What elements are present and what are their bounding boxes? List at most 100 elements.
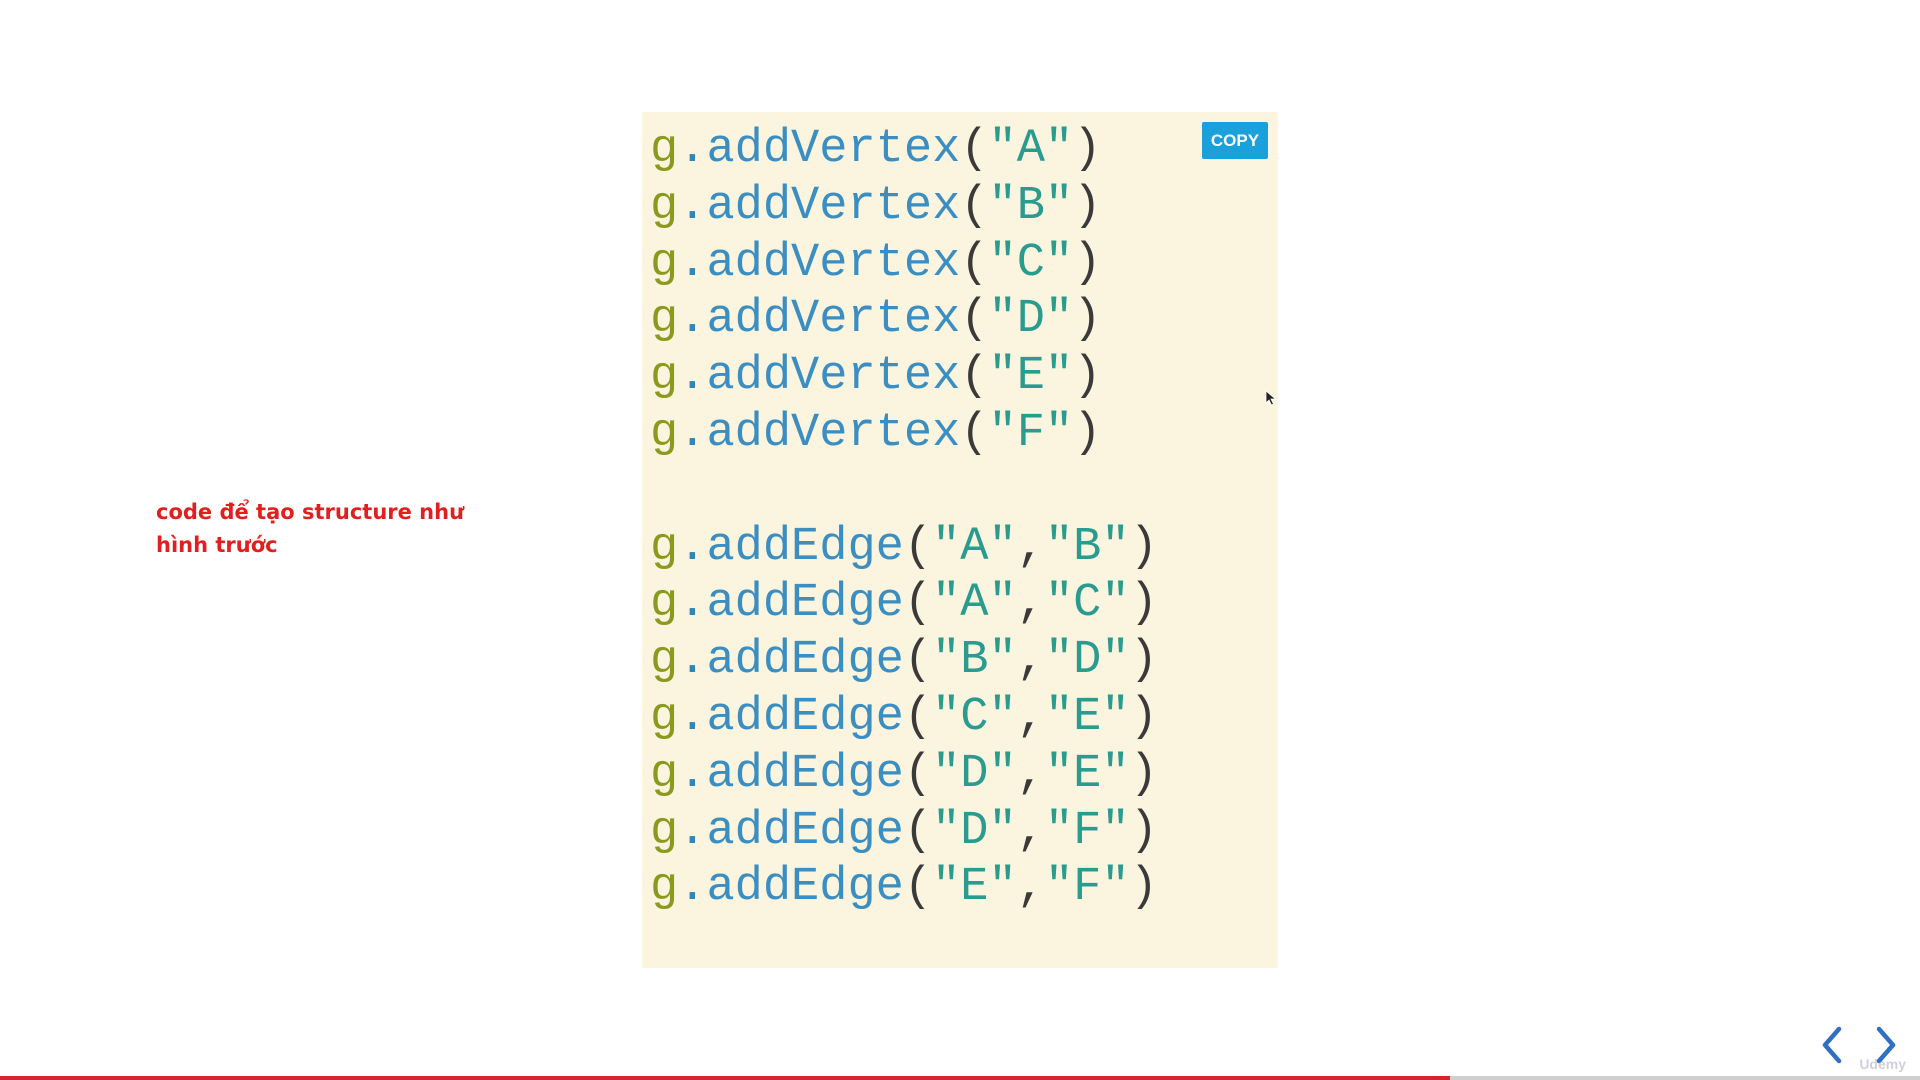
copy-button[interactable]: COPY [1202, 122, 1268, 159]
code-comma-token: , [1016, 861, 1045, 915]
code-object-token: g [650, 747, 679, 801]
code-paren-token: ( [960, 179, 989, 233]
add-edge-code-line: g.addEdge("D","F") [650, 804, 1158, 861]
add-vertex-code-line: g.addVertex("C") [650, 236, 1158, 293]
add-edge-code-line: g.addEdge("D","E") [650, 747, 1158, 804]
code-paren-token: ( [960, 406, 989, 460]
previous-slide-button[interactable] [1818, 1024, 1846, 1066]
code-object-token: g [650, 577, 679, 631]
code-paren-token: ) [1073, 179, 1102, 233]
code-string-token: "F" [988, 406, 1074, 460]
chevron-left-icon [1822, 1026, 1842, 1064]
code-method-token: addVertex [706, 236, 961, 290]
code-paren-token: ) [1129, 804, 1158, 858]
code-string-token: "D" [988, 293, 1074, 347]
code-paren-token: ( [903, 634, 933, 688]
code-method-token: addEdge [706, 634, 904, 688]
code-string-token: "A" [932, 520, 1017, 574]
code-dot-token: . [678, 690, 707, 744]
code-object-token: g [650, 123, 679, 176]
code-string-token: "C" [932, 690, 1017, 744]
code-dot-token: . [678, 634, 707, 688]
code-string-token: "F" [1044, 861, 1130, 915]
code-string-token: "D" [932, 804, 1017, 858]
annotation-note: code để tạo structure như hình trước [156, 500, 465, 557]
video-progress-bar[interactable] [0, 1076, 1920, 1080]
code-method-token: addVertex [706, 179, 961, 233]
code-comma-token: , [1016, 690, 1045, 744]
code-object-token: g [650, 861, 679, 915]
code-string-token: "B" [988, 179, 1074, 233]
add-vertex-code-line: g.addVertex("B") [650, 179, 1158, 236]
code-object-token: g [650, 236, 679, 290]
add-vertex-code-line: g.addVertex("A") [650, 122, 1158, 179]
code-method-token: addVertex [706, 123, 961, 176]
code-paren-token: ) [1073, 123, 1102, 176]
add-edge-code-line: g.addEdge("A","B") [650, 520, 1158, 577]
code-paren-token: ( [903, 577, 933, 631]
code-string-token: "A" [988, 123, 1074, 176]
code-string-token: "A" [932, 577, 1017, 631]
code-string-token: "E" [1044, 747, 1130, 801]
udemy-watermark: Udemy [1859, 1056, 1906, 1072]
mouse-cursor-icon [1265, 390, 1277, 406]
code-dot-token: . [678, 577, 707, 631]
code-dot-token: . [678, 861, 707, 915]
code-string-token: "D" [932, 747, 1017, 801]
code-method-token: addVertex [706, 350, 961, 404]
code-paren-token: ( [903, 747, 933, 801]
code-paren-token: ) [1073, 350, 1102, 404]
code-paren-token: ( [960, 293, 989, 347]
code-object-token: g [650, 690, 679, 744]
code-dot-token: . [678, 350, 707, 404]
code-comma-token: , [1016, 804, 1045, 858]
code-block: g.addVertex("A") g.addVertex("B") g.addVer… [642, 112, 1278, 968]
code-dot-token: . [678, 123, 707, 176]
video-progress-fill [0, 1076, 1450, 1080]
code-string-token: "E" [988, 350, 1074, 404]
code-method-token: addEdge [706, 577, 904, 631]
code-string-token: "E" [1044, 690, 1130, 744]
code-object-token: g [650, 406, 679, 460]
code-comma-token: , [1016, 747, 1045, 801]
code-method-token: addEdge [706, 804, 904, 858]
code-paren-token: ( [903, 520, 933, 574]
code-object-token: g [650, 293, 679, 347]
code-string-token: "C" [988, 236, 1074, 290]
code-paren-token: ) [1129, 520, 1158, 574]
code-object-token: g [650, 804, 679, 858]
code-string-token: "B" [932, 634, 1017, 688]
code-comma-token: , [1016, 577, 1045, 631]
code-string-token: "B" [1044, 520, 1130, 574]
add-edge-code-line: g.addEdge("B","D") [650, 633, 1158, 690]
code-string-token: "E" [932, 861, 1017, 915]
code-string-token: "C" [1044, 577, 1130, 631]
code-object-token: g [650, 520, 679, 574]
code-dot-token: . [678, 747, 707, 801]
code-method-token: addEdge [706, 520, 904, 574]
code-paren-token: ( [903, 690, 933, 744]
add-edge-code-line: g.addEdge("E","F") [650, 860, 1158, 917]
code-method-token: addVertex [706, 293, 961, 347]
code-paren-token: ( [903, 861, 933, 915]
code-dot-token: . [678, 406, 707, 460]
code-object-token: g [650, 350, 679, 404]
code-paren-token: ) [1073, 406, 1102, 460]
code-paren-token: ) [1129, 690, 1158, 744]
code-method-token: addVertex [706, 406, 961, 460]
code-paren-token: ( [960, 350, 989, 404]
add-edge-code-line: g.addEdge("A","C") [650, 576, 1158, 633]
code-method-token: addEdge [706, 747, 904, 801]
code-paren-token: ) [1129, 861, 1158, 915]
code-paren-token: ) [1073, 236, 1102, 290]
code-comma-token: , [1016, 520, 1045, 574]
code-paren-token: ) [1129, 634, 1158, 688]
code-comma-token: , [1016, 634, 1045, 688]
add-edge-code-line: g.addEdge("C","E") [650, 690, 1158, 747]
code-lines: g.addVertex("A") g.addVertex("B") g.addVer… [650, 122, 1158, 917]
add-vertex-code-line: g.addVertex("E") [650, 349, 1158, 406]
code-dot-token: . [678, 179, 707, 233]
code-dot-token: . [678, 804, 707, 858]
code-paren-token: ( [960, 236, 989, 290]
